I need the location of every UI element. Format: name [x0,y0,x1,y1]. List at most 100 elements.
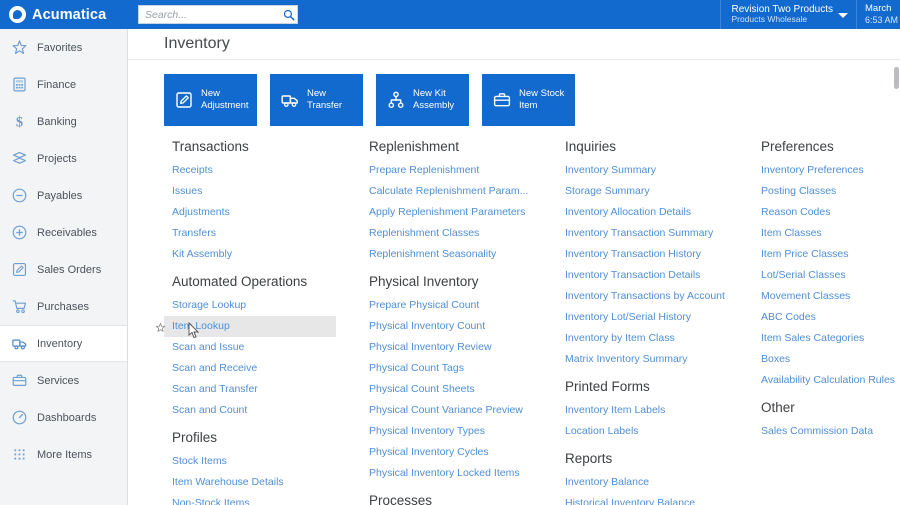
sidebar-item-projects[interactable]: Projects [0,140,127,177]
sidebar-item-sales-orders[interactable]: Sales Orders [0,251,127,288]
search-icon[interactable] [280,6,298,23]
menu-link-historical-inventory-balance[interactable]: Historical Inventory Balance [557,493,753,505]
menu-link-matrix-inventory-summary[interactable]: Matrix Inventory Summary [557,349,753,370]
brand[interactable]: Acumatica [0,0,128,29]
menu-link-label: ABC Codes [761,311,816,323]
menu-link-inventory-by-item-class[interactable]: Inventory by Item Class [557,328,753,349]
menu-link-item-lookup[interactable]: Item Lookup [155,316,336,337]
menu-link-label: Scan and Count [172,404,248,416]
menu-link-physical-inventory-review[interactable]: Physical Inventory Review [361,337,557,358]
menu-link-stock-items[interactable]: Stock Items [164,451,361,472]
tenant-selector[interactable]: Revision Two Products Products Wholesale [720,0,856,29]
menu-link-replenishment-seasonality[interactable]: Replenishment Seasonality [361,244,557,265]
menu-link-apply-replenishment-parameters[interactable]: Apply Replenishment Parameters [361,202,557,223]
page-title: Inventory [164,35,230,52]
truck-icon [11,335,28,352]
menu-link-inventory-transaction-summary[interactable]: Inventory Transaction Summary [557,223,753,244]
menu-link-physical-count-tags[interactable]: Physical Count Tags [361,358,557,379]
menu-link-inventory-transaction-details[interactable]: Inventory Transaction Details [557,265,753,286]
tile-new-adjustment[interactable]: New Adjustment [164,74,257,126]
menu-link-adjustments[interactable]: Adjustments [164,202,361,223]
gauge-icon [11,409,28,426]
menu-link-replenishment-classes[interactable]: Replenishment Classes [361,223,557,244]
menu-group-replenishment: Replenishment Prepare Replenishment Calcul… [361,139,557,265]
menu-column-3: Inquiries Inventory Summary Storage Summar… [557,139,753,505]
chevron-down-icon[interactable] [838,13,848,18]
menu-link-scan-and-issue[interactable]: Scan and Issue [164,337,361,358]
menu-link-inventory-lot-serial-history[interactable]: Inventory Lot/Serial History [557,307,753,328]
menu-link-physical-inventory-types[interactable]: Physical Inventory Types [361,421,557,442]
menu-link-movement-classes[interactable]: Movement Classes [753,286,900,307]
menu-link-label: Transfers [172,227,216,239]
menu-link-issues[interactable]: Issues [164,181,361,202]
global-search[interactable] [138,5,298,24]
menu-link-physical-inventory-locked-items[interactable]: Physical Inventory Locked Items [361,463,557,484]
menu-link-storage-summary[interactable]: Storage Summary [557,181,753,202]
menu-link-reason-codes[interactable]: Reason Codes [753,202,900,223]
menu-link-storage-lookup[interactable]: Storage Lookup [164,295,361,316]
menu-link-scan-and-transfer[interactable]: Scan and Transfer [164,379,361,400]
menu-group-title: Reports [565,451,613,466]
sidebar-item-inventory[interactable]: Inventory [0,325,127,362]
sidebar-item-payables[interactable]: Payables [0,177,127,214]
menu-link-item-classes[interactable]: Item Classes [753,223,900,244]
menu-link-transfers[interactable]: Transfers [164,223,361,244]
menu-link-posting-classes[interactable]: Posting Classes [753,181,900,202]
menu-link-scan-and-count[interactable]: Scan and Count [164,400,361,421]
menu-link-physical-count-sheets[interactable]: Physical Count Sheets [361,379,557,400]
menu-group-title: Preferences [761,139,834,154]
search-input[interactable] [139,6,280,23]
menu-link-lot-serial-classes[interactable]: Lot/Serial Classes [753,265,900,286]
menu-link-inventory-item-labels[interactable]: Inventory Item Labels [557,400,753,421]
menu-link-prepare-replenishment[interactable]: Prepare Replenishment [361,160,557,181]
calculator-icon [11,76,28,93]
menu-link-inventory-preferences[interactable]: Inventory Preferences [753,160,900,181]
menu-link-inventory-transactions-by-account[interactable]: Inventory Transactions by Account [557,286,753,307]
menu-link-prepare-physical-count[interactable]: Prepare Physical Count [361,295,557,316]
sidebar-item-label: Services [37,374,80,387]
star-outline-icon[interactable] [155,320,166,332]
menu-link-scan-and-receive[interactable]: Scan and Receive [164,358,361,379]
menu-link-item-warehouse-details[interactable]: Item Warehouse Details [164,472,361,493]
sidebar-item-services[interactable]: Services [0,362,127,399]
menu-group-title: Inquiries [565,139,617,154]
sidebar-item-favorites[interactable]: Favorites [0,29,127,66]
menu-column-1: Transactions Receipts Issues Adjustments Tra… [155,139,361,505]
sidebar-item-label: Banking [37,115,77,128]
menu-link-inventory-balance[interactable]: Inventory Balance [557,472,753,493]
menu-link-sales-commission-data[interactable]: Sales Commission Data [753,421,900,442]
sidebar-item-more-items[interactable]: More Items [0,436,127,473]
sidebar-item-finance[interactable]: Finance [0,66,127,103]
menu-link-label: Issues [172,185,203,197]
menu-link-physical-count-variance-preview[interactable]: Physical Count Variance Preview [361,400,557,421]
menu-link-non-stock-items[interactable]: Non-Stock Items [164,493,361,505]
menu-link-inventory-summary[interactable]: Inventory Summary [557,160,753,181]
scrollbar-thumb[interactable] [894,67,899,89]
menu-link-physical-inventory-cycles[interactable]: Physical Inventory Cycles [361,442,557,463]
menu-link-calculate-replenishment-param[interactable]: Calculate Replenishment Param... [361,181,557,202]
menu-link-abc-codes[interactable]: ABC Codes [753,307,900,328]
vertical-scrollbar[interactable] [892,59,900,505]
menu-link-boxes[interactable]: Boxes [753,349,900,370]
tile-new-stock-item[interactable]: New Stock Item [482,74,575,126]
sidebar-item-purchases[interactable]: Purchases [0,288,127,325]
menu-link-item-sales-categories[interactable]: Item Sales Categories [753,328,900,349]
tile-new-kit-assembly[interactable]: New Kit Assembly [376,74,469,126]
sidebar-item-receivables[interactable]: Receivables [0,214,127,251]
menu-link-label: Inventory Allocation Details [565,206,692,218]
menu-link-inventory-transaction-history[interactable]: Inventory Transaction History [557,244,753,265]
sidebar-item-banking[interactable]: $ Banking [0,103,127,140]
menu-link-item-price-classes[interactable]: Item Price Classes [753,244,900,265]
sidebar-item-dashboards[interactable]: Dashboards [0,399,127,436]
cart-icon [11,298,28,315]
projects-icon [11,150,28,167]
menu-link-physical-inventory-count[interactable]: Physical Inventory Count [361,316,557,337]
clock-date: March [865,2,892,14]
menu-link-receipts[interactable]: Receipts [164,160,361,181]
menu-link-availability-calculation-rules[interactable]: Availability Calculation Rules [753,370,900,391]
tile-new-transfer[interactable]: New Transfer [270,74,363,126]
menu-link-location-labels[interactable]: Location Labels [557,421,753,442]
clock[interactable]: March 6:53 AM [856,0,900,29]
menu-link-inventory-allocation-details[interactable]: Inventory Allocation Details [557,202,753,223]
menu-link-kit-assembly[interactable]: Kit Assembly [164,244,361,265]
